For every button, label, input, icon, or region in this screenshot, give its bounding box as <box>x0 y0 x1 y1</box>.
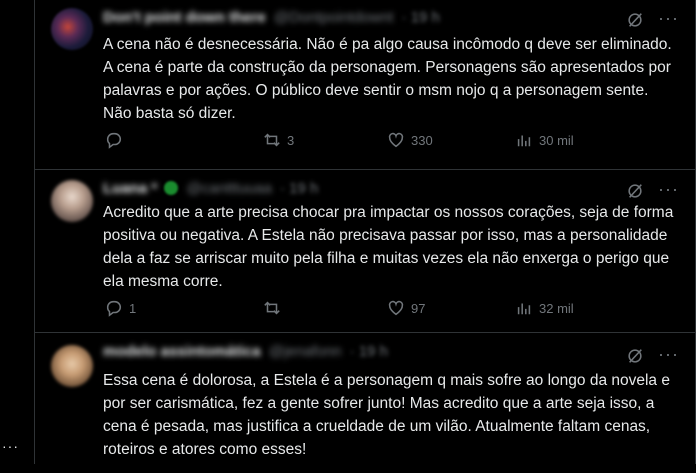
retweet-count: 3 <box>287 132 295 148</box>
badge-icon <box>164 181 179 195</box>
tweet-header-icons: ··· <box>626 345 679 365</box>
avatar[interactable] <box>51 345 93 387</box>
author-name[interactable]: modelo assintomática <box>103 343 261 360</box>
views-icon <box>517 303 531 315</box>
tweet-header: Don't point down there @Dontpointdownt ·… <box>103 9 679 29</box>
author-name[interactable]: Don't point down there <box>103 9 266 26</box>
tweet[interactable]: Luana * @cantttuuaa · 19 h ··· Acredito … <box>35 170 695 333</box>
tweet-text: Acredito que a arte precisa chocar pra i… <box>103 204 674 290</box>
heart-icon <box>388 132 404 148</box>
retweet-button[interactable] <box>263 299 287 317</box>
more-options-icon[interactable]: ··· <box>658 9 679 29</box>
tweet-actions: 1 97 32 mil <box>95 299 655 321</box>
author-handle[interactable]: @jenafonn <box>269 343 342 360</box>
reply-icon <box>106 132 121 149</box>
views-count: 30 mil <box>539 132 574 148</box>
like-count: 97 <box>411 300 426 316</box>
tweet-actions: 3 330 30 mil <box>95 131 655 153</box>
tweet-time[interactable]: · 19 h <box>402 9 440 26</box>
tweet-header-icons: ··· <box>626 180 679 200</box>
like-button[interactable]: 330 <box>387 131 433 149</box>
more-options-icon[interactable]: ··· <box>658 345 679 365</box>
retweet-icon <box>264 301 280 315</box>
left-rail: ··· <box>0 0 34 464</box>
reply-icon <box>106 300 121 317</box>
reply-feed: Don't point down there @Dontpointdownt ·… <box>34 0 696 464</box>
author-name[interactable]: Luana * <box>103 180 157 197</box>
author-handle[interactable]: @Dontpointdownt <box>274 9 393 26</box>
reply-button[interactable] <box>105 131 129 149</box>
tweet[interactable]: modelo assintomática @jenafonn · 19 h ··… <box>35 333 695 473</box>
more-icon[interactable]: ··· <box>2 438 19 454</box>
views-button[interactable]: 30 mil <box>515 131 574 149</box>
tweet-time[interactable]: · 19 h <box>280 180 318 197</box>
grok-icon[interactable] <box>626 11 644 29</box>
tweet-header-icons: ··· <box>626 9 679 29</box>
reply-button[interactable]: 1 <box>105 299 136 317</box>
tweet-text: A cena não é desnecessária. Não é pa alg… <box>103 36 672 122</box>
like-button[interactable]: 97 <box>387 299 425 317</box>
retweet-icon <box>264 133 280 147</box>
grok-icon[interactable] <box>626 347 644 365</box>
tweet-text: Essa cena é dolorosa, a Estela é a perso… <box>103 372 670 458</box>
tweet-time[interactable]: · 19 h <box>350 343 388 360</box>
reply-count: 1 <box>129 300 137 316</box>
avatar[interactable] <box>51 8 93 50</box>
tweet-header: Luana * @cantttuuaa · 19 h <box>103 180 679 200</box>
views-button[interactable]: 32 mil <box>515 299 574 317</box>
avatar[interactable] <box>51 180 93 222</box>
author-handle[interactable]: @cantttuuaa <box>187 180 272 197</box>
like-count: 330 <box>411 132 433 148</box>
retweet-button[interactable]: 3 <box>263 131 294 149</box>
tweet-header: modelo assintomática @jenafonn · 19 h <box>103 343 679 363</box>
grok-icon[interactable] <box>626 182 644 200</box>
more-options-icon[interactable]: ··· <box>658 180 679 200</box>
tweet[interactable]: Don't point down there @Dontpointdownt ·… <box>35 0 695 170</box>
heart-icon <box>388 300 404 316</box>
views-count: 32 mil <box>539 300 574 316</box>
views-icon <box>517 135 531 147</box>
